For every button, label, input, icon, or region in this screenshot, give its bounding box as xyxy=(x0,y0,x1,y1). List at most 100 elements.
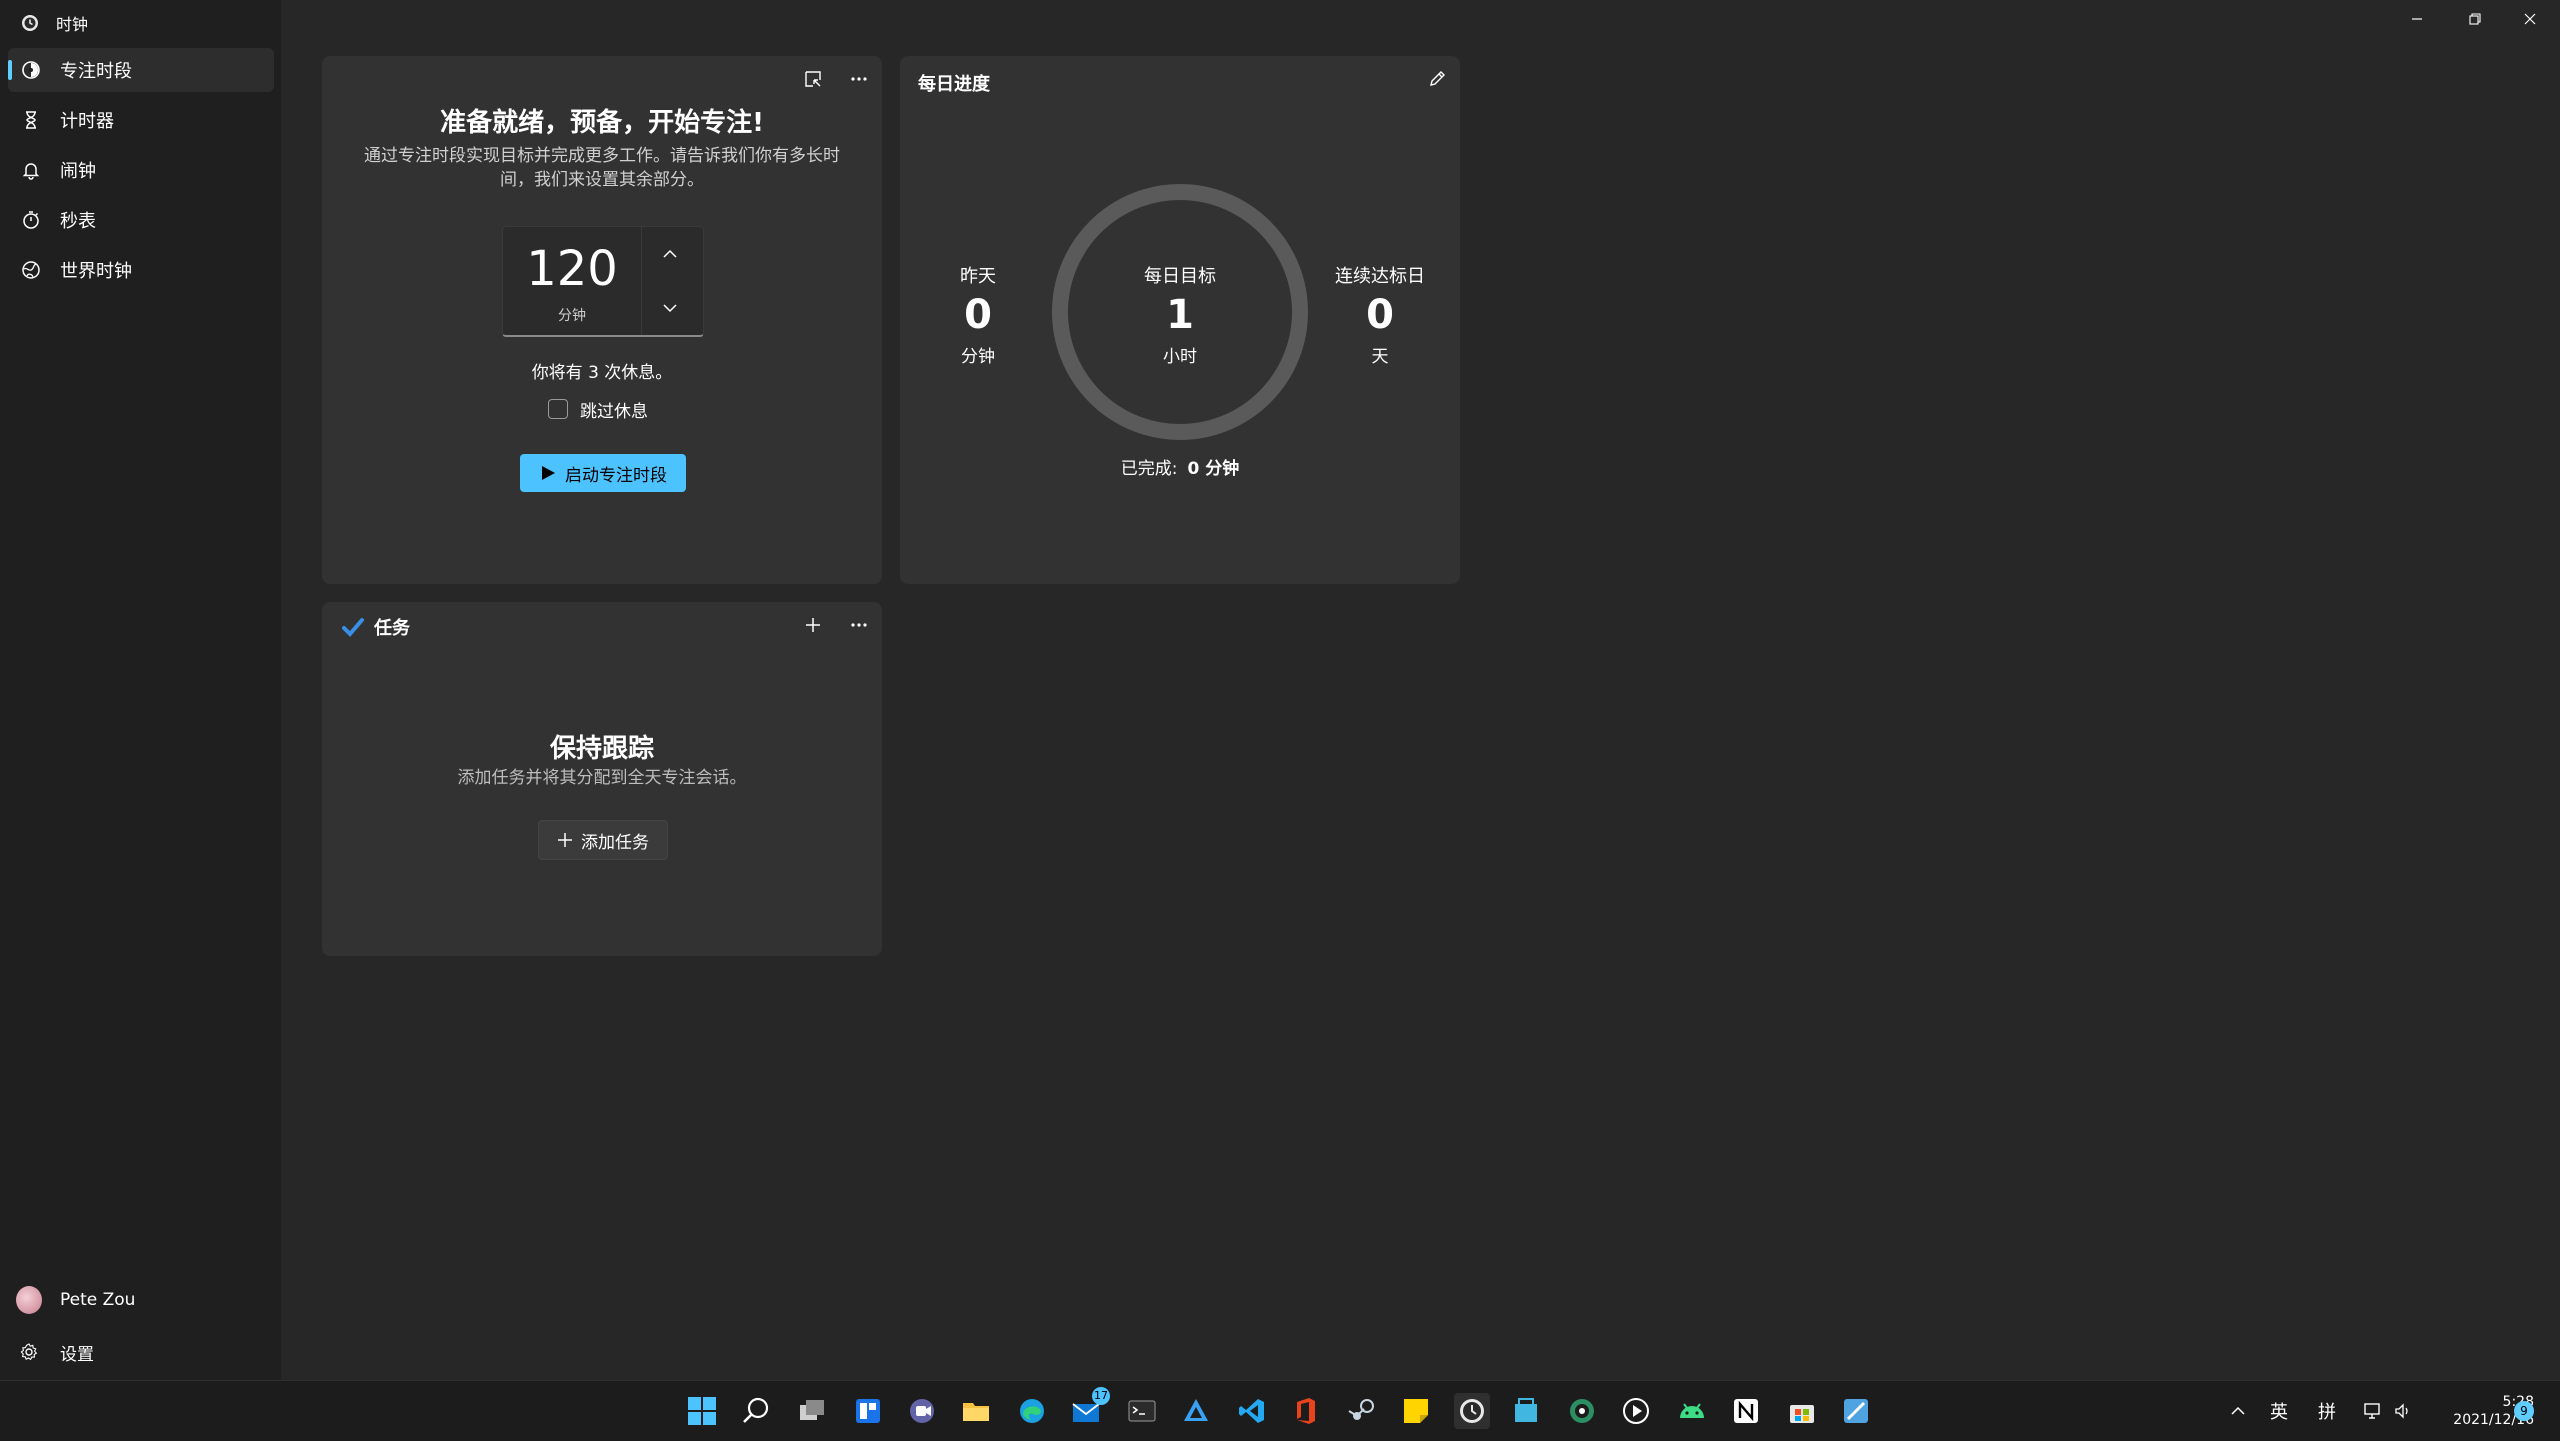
tasks-empty-description: 添加任务并将其分配到全天专注会话。 xyxy=(457,768,747,788)
app-title: 时钟 xyxy=(56,15,89,34)
notion-button[interactable] xyxy=(1728,1393,1764,1429)
file-explorer-button[interactable] xyxy=(958,1393,994,1429)
settings-label: 设置 xyxy=(60,1344,94,1365)
stepper-divider xyxy=(641,227,642,335)
todo-check-icon xyxy=(342,618,364,637)
user-account[interactable]: Pete Zou xyxy=(8,1278,274,1322)
task-view-icon xyxy=(800,1400,824,1420)
sidebar-item-label: 闹钟 xyxy=(60,161,96,182)
focus-description-line1: 通过专注时段实现目标并完成更多工作。请告诉我们你有多长时 xyxy=(364,146,840,166)
media-player-button[interactable] xyxy=(1618,1393,1654,1429)
sidebar-item-label: 计时器 xyxy=(60,111,114,132)
sticky-notes-button[interactable] xyxy=(1398,1393,1434,1429)
more-icon xyxy=(851,623,867,627)
minutes-stepper[interactable]: 120 分钟 xyxy=(502,226,704,337)
chevron-down-icon xyxy=(663,304,677,313)
play-icon xyxy=(542,466,555,480)
widgets-icon xyxy=(856,1399,880,1423)
checkbox-box[interactable] xyxy=(548,399,568,419)
show-hidden-icons-button[interactable] xyxy=(2226,1393,2250,1429)
user-name: Pete Zou xyxy=(60,1290,136,1310)
daily-progress-card: 每日进度 昨天 0 分钟 每日目标 1 小时 连续达标日 0 天 已完成: 0 … xyxy=(900,56,1460,584)
app-title-bar: 时钟 xyxy=(20,10,88,36)
globe-icon xyxy=(20,259,42,281)
sidebar-item-focus[interactable]: 专注时段 xyxy=(8,48,274,92)
close-button[interactable] xyxy=(2513,2,2547,36)
notion-icon xyxy=(1734,1399,1758,1423)
bell-icon xyxy=(20,159,42,181)
edit-goal-button[interactable] xyxy=(1420,62,1454,96)
vscode-icon xyxy=(1239,1399,1264,1423)
decrement-button[interactable] xyxy=(653,291,687,325)
tasks-title: 任务 xyxy=(374,618,410,639)
minimize-icon xyxy=(2412,18,2422,20)
add-task-icon-button[interactable] xyxy=(796,608,830,642)
streak-value: 0 xyxy=(1366,292,1394,338)
skip-breaks-label: 跳过休息 xyxy=(580,401,648,422)
android-studio-button[interactable] xyxy=(1674,1393,1710,1429)
stopwatch-icon xyxy=(20,209,42,231)
widgets-button[interactable] xyxy=(850,1393,886,1429)
completed-value: 0 分钟 xyxy=(1187,459,1240,479)
focus-icon xyxy=(20,59,42,81)
settings-button[interactable]: 设置 xyxy=(8,1330,274,1374)
compact-overlay-button[interactable] xyxy=(796,62,830,96)
ime-language-indicator[interactable]: 英 xyxy=(2262,1393,2296,1429)
more-options-button[interactable] xyxy=(842,62,876,96)
terminal-button[interactable] xyxy=(1124,1393,1160,1429)
speaker-icon xyxy=(2395,1403,2408,1419)
clock-taskbar-button[interactable] xyxy=(1454,1393,1490,1429)
more-icon xyxy=(851,77,867,81)
mail-button[interactable]: 17 xyxy=(1068,1387,1110,1429)
notification-badge[interactable]: 9 xyxy=(2514,1401,2534,1421)
start-focus-label: 启动专注时段 xyxy=(565,465,667,486)
taskbar-search-button[interactable] xyxy=(738,1393,774,1429)
sidebar-item-label: 专注时段 xyxy=(60,61,132,82)
sidebar-item-alarm[interactable]: 闹钟 xyxy=(8,148,274,192)
office-icon xyxy=(1297,1398,1315,1424)
start-focus-button[interactable]: 启动专注时段 xyxy=(520,454,686,492)
media-icon xyxy=(1570,1399,1594,1423)
network-button[interactable] xyxy=(2358,1393,2388,1429)
pop-out-icon xyxy=(805,71,821,87)
onenote-button[interactable] xyxy=(1508,1393,1544,1429)
sidebar-item-world-clock[interactable]: 世界时钟 xyxy=(8,248,274,292)
increment-button[interactable] xyxy=(653,237,687,271)
task-view-button[interactable] xyxy=(794,1393,830,1429)
azure-data-studio-button[interactable] xyxy=(1178,1393,1214,1429)
skip-breaks-checkbox[interactable]: 跳过休息 xyxy=(548,396,648,422)
sidebar: 时钟 专注时段 计时器 闹钟 秒表 世界时钟 Pete Zou 设置 xyxy=(0,0,281,1380)
office-button[interactable] xyxy=(1288,1393,1324,1429)
teams-chat-button[interactable] xyxy=(904,1393,940,1429)
sidebar-item-timer[interactable]: 计时器 xyxy=(8,98,274,142)
sidebar-item-stopwatch[interactable]: 秒表 xyxy=(8,198,274,242)
play-circle-icon xyxy=(1623,1398,1649,1424)
gear-icon xyxy=(16,1339,42,1365)
goal-value: 1 xyxy=(1166,292,1194,338)
add-task-button[interactable]: 添加任务 xyxy=(538,820,668,860)
restore-button[interactable] xyxy=(2458,2,2492,36)
minutes-unit: 分钟 xyxy=(558,308,586,324)
yesterday-value: 0 xyxy=(964,292,992,338)
edge-button[interactable] xyxy=(1014,1393,1050,1429)
vscode-button[interactable] xyxy=(1234,1393,1270,1429)
streak-label: 连续达标日 xyxy=(1335,266,1425,287)
tasks-more-button[interactable] xyxy=(842,608,876,642)
snip-icon xyxy=(1844,1399,1868,1423)
minutes-value: 120 xyxy=(526,241,618,297)
start-button[interactable] xyxy=(684,1393,720,1429)
media-app-button[interactable] xyxy=(1564,1393,1600,1429)
completed-label: 已完成: xyxy=(1120,459,1178,479)
sidebar-item-label: 世界时钟 xyxy=(60,261,132,282)
snipping-tool-button[interactable] xyxy=(1838,1393,1874,1429)
minimize-button[interactable] xyxy=(2400,2,2434,36)
volume-button[interactable] xyxy=(2388,1393,2418,1429)
ms-store-button[interactable] xyxy=(1784,1393,1820,1429)
azure-icon xyxy=(1184,1399,1208,1421)
yesterday-label: 昨天 xyxy=(960,266,996,287)
sidebar-item-label: 秒表 xyxy=(60,211,96,232)
completed-row: 已完成: 0 分钟 xyxy=(900,454,1460,479)
steam-button[interactable] xyxy=(1344,1393,1380,1429)
ime-mode-indicator[interactable]: 拼 xyxy=(2310,1393,2344,1429)
focus-description-line2: 间，我们来设置其余部分。 xyxy=(500,170,704,190)
